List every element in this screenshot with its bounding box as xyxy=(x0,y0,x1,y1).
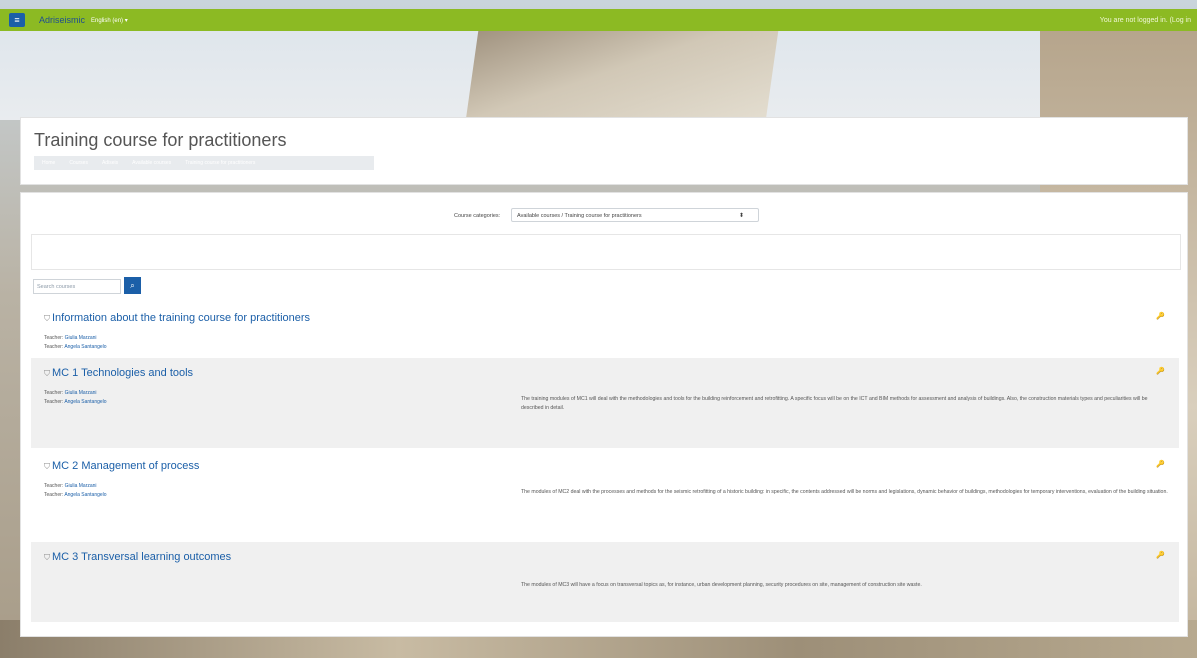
key-icon: 🔑 xyxy=(1156,368,1165,375)
course-icon: ⛉ xyxy=(44,314,50,323)
teacher-link[interactable]: Angela Santangelo xyxy=(64,399,106,405)
site-brand[interactable]: Adriseismic xyxy=(39,15,85,25)
breadcrumb-item-available[interactable]: Available courses xyxy=(132,160,171,166)
course-title[interactable]: ⛉ MC 1 Technologies and tools xyxy=(44,367,193,379)
teacher-line: Teacher: Angela Santangelo xyxy=(44,492,107,498)
teacher-line: Teacher: Giulia Marzani xyxy=(44,483,97,489)
category-row: Course categories: Available courses / T… xyxy=(21,208,1187,224)
language-menu[interactable]: English (en) ▾ xyxy=(91,17,128,24)
teacher-link[interactable]: Giulia Marzani xyxy=(65,390,97,396)
course-list-card: Course categories: Available courses / T… xyxy=(20,192,1188,637)
category-select[interactable]: Available courses / Training course for … xyxy=(511,208,759,222)
breadcrumb-item-home[interactable]: Home xyxy=(42,160,55,166)
search-icon: ⌕ xyxy=(130,281,135,290)
course-title[interactable]: ⛉ MC 2 Management of process xyxy=(44,460,199,472)
menu-toggle-button[interactable]: ≡ xyxy=(9,13,25,27)
page-header: Training course for practitioners Home C… xyxy=(20,117,1188,185)
course-title[interactable]: ⛉ MC 3 Transversal learning outcomes xyxy=(44,551,231,563)
breadcrumb-item-current[interactable]: Training course for practitioners xyxy=(185,160,255,166)
login-info[interactable]: You are not logged in. (Log in xyxy=(1100,17,1191,24)
search-input[interactable]: Search courses xyxy=(33,279,121,294)
category-selected-value: Available courses / Training course for … xyxy=(517,213,642,219)
teacher-line: Teacher: Angela Santangelo xyxy=(44,399,107,405)
course-summary: The training modules of MC1 will deal wi… xyxy=(521,396,1148,411)
key-icon: 🔑 xyxy=(1156,313,1165,320)
teacher-link[interactable]: Giulia Marzani xyxy=(65,483,97,489)
breadcrumb-item-adiseis[interactable]: Adiseis xyxy=(102,160,118,166)
breadcrumb: Home Courses Adiseis Available courses T… xyxy=(34,156,374,170)
teacher-line: Teacher: Giulia Marzani xyxy=(44,335,97,341)
course-icon: ⛉ xyxy=(44,462,50,471)
teacher-line: Teacher: Giulia Marzani xyxy=(44,390,97,396)
navbar: ≡ Adriseismic English (en) ▾ You are not… xyxy=(0,9,1197,31)
hamburger-icon: ≡ xyxy=(14,15,20,25)
course-title[interactable]: ⛉ Information about the training course f… xyxy=(44,312,310,324)
teacher-link[interactable]: Giulia Marzani xyxy=(65,335,97,341)
course-icon: ⛉ xyxy=(44,369,50,378)
course-item: ⛉ Information about the training course f… xyxy=(31,303,1179,355)
category-label: Course categories: xyxy=(454,213,501,219)
course-item: ⛉ MC 2 Management of process Teacher: Giu… xyxy=(31,451,1179,537)
key-icon: 🔑 xyxy=(1156,461,1165,468)
search-button[interactable]: ⌕ xyxy=(124,277,141,294)
course-icon: ⛉ xyxy=(44,553,50,562)
key-icon: 🔑 xyxy=(1156,552,1165,559)
teacher-link[interactable]: Angela Santangelo xyxy=(64,344,106,350)
teacher-link[interactable]: Angela Santangelo xyxy=(64,492,106,498)
course-summary: The modules of MC2 deal with the process… xyxy=(521,489,1168,495)
course-item: ⛉ MC 1 Technologies and tools Teacher: Gi… xyxy=(31,358,1179,448)
category-description-box xyxy=(31,234,1181,270)
course-item: ⛉ MC 3 Transversal learning outcomes The … xyxy=(31,542,1179,622)
page-title: Training course for practitioners xyxy=(34,130,287,150)
course-summary: The modules of MC3 will have a focus on … xyxy=(521,582,922,588)
breadcrumb-item-courses[interactable]: Courses xyxy=(69,160,88,166)
select-caret-icon: ⬍ xyxy=(738,213,744,219)
teacher-line: Teacher: Angela Santangelo xyxy=(44,344,107,350)
